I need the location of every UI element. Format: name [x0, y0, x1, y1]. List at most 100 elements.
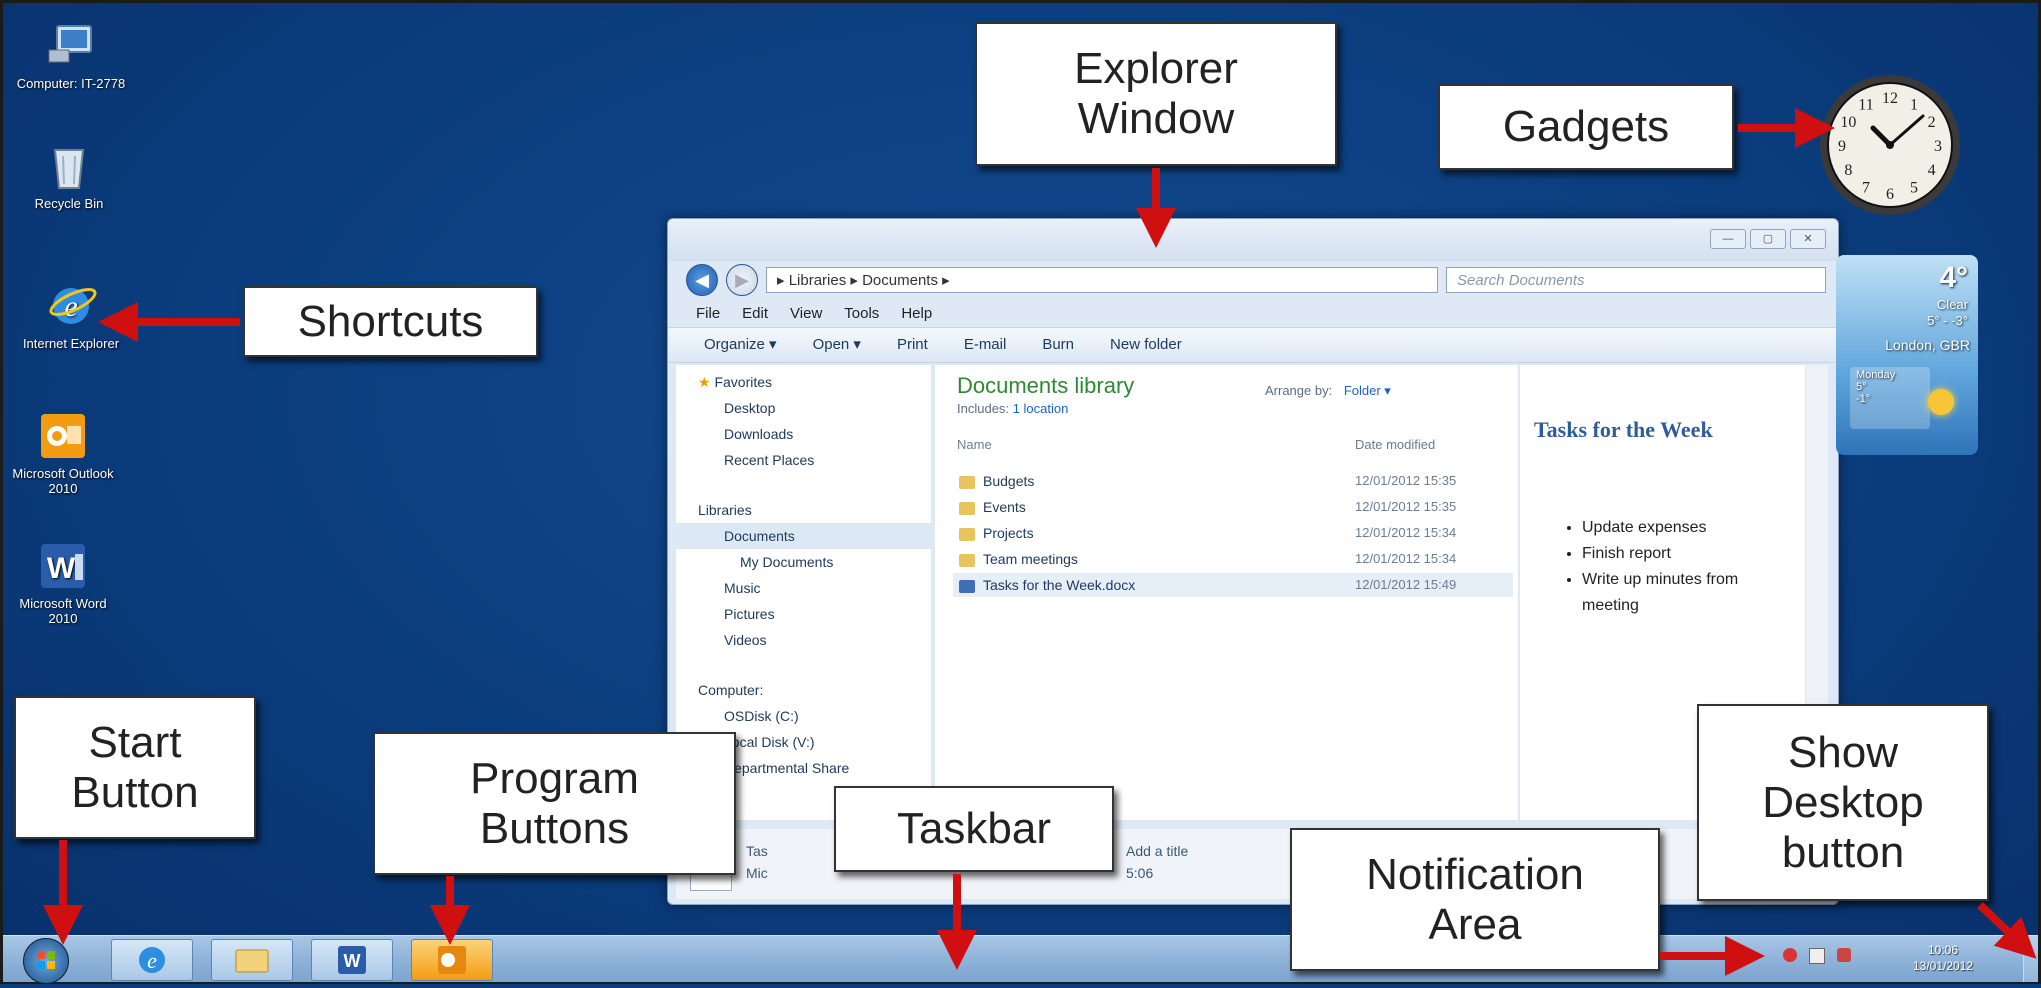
nav-item-videos[interactable]: Videos — [676, 627, 931, 653]
clock-numeral: 11 — [1858, 96, 1873, 113]
nav-item-pictures[interactable]: Pictures — [676, 601, 931, 627]
includes-link[interactable]: 1 location — [1013, 401, 1069, 416]
maximize-button[interactable]: ▢ — [1750, 229, 1786, 249]
new-folder-button[interactable]: New folder — [1110, 328, 1182, 362]
clock-numeral: 4 — [1928, 162, 1936, 179]
clock-face: 12 12 3 45678 9 1011 — [1820, 75, 1960, 215]
taskbar-word-button[interactable]: W — [311, 939, 393, 981]
callout-show-desktop: Show Desktop button — [1697, 704, 1989, 901]
network-icon[interactable] — [1783, 948, 1797, 962]
table-row[interactable]: Projects 12/01/2012 15:34 — [953, 521, 1513, 545]
file-name: Events — [983, 499, 1026, 515]
burn-button[interactable]: Burn — [1042, 328, 1074, 362]
file-date: 12/01/2012 15:35 — [1355, 473, 1457, 488]
callout-start-button: Start Button — [14, 696, 256, 839]
nav-libraries[interactable]: Libraries — [676, 497, 931, 523]
back-button[interactable]: ◀ — [686, 264, 718, 296]
address-bar[interactable]: ▸ Libraries ▸ Documents ▸ — [766, 267, 1438, 293]
clock-numeral: 5 — [1910, 180, 1918, 197]
nav-item-downloads[interactable]: Downloads — [676, 421, 931, 447]
taskbar[interactable]: e W 10:06 13/01/2012 — [3, 935, 2038, 984]
details-type: Mic — [746, 865, 768, 881]
details-date: 5:06 — [1126, 865, 1154, 881]
weather-gadget[interactable]: 4° Clear 5° - -3° London, GBR Monday 5° … — [1836, 255, 1978, 455]
open-button[interactable]: Open ▾ — [813, 328, 861, 362]
volume-icon[interactable] — [1837, 948, 1851, 962]
action-center-icon[interactable] — [1809, 948, 1825, 964]
outlook-icon — [438, 946, 466, 974]
windows-logo-icon — [37, 951, 55, 969]
desktop-icon-recycle-bin[interactable]: Recycle Bin — [14, 140, 124, 211]
file-name: Projects — [983, 525, 1034, 541]
file-name: Tasks for the Week.docx — [983, 577, 1136, 593]
table-row[interactable]: Budgets 12/01/2012 15:35 — [953, 469, 1513, 493]
menu-edit[interactable]: Edit — [742, 301, 768, 327]
folder-icon — [235, 949, 269, 973]
menu-view[interactable]: View — [790, 301, 822, 327]
document-icon — [959, 579, 975, 593]
desktop-icon-internet-explorer[interactable]: e Internet Explorer — [16, 280, 126, 351]
search-input[interactable]: Search Documents — [1446, 267, 1826, 293]
menu-file[interactable]: File — [696, 301, 720, 327]
minimize-button[interactable]: — — [1710, 229, 1746, 249]
desktop-icon-computer[interactable]: Computer: IT-2778 — [16, 20, 126, 91]
close-button[interactable]: ✕ — [1790, 229, 1826, 249]
forecast-low: -1° — [1856, 393, 1871, 405]
email-button[interactable]: E-mail — [964, 328, 1007, 362]
includes-line: Includes: 1 location — [957, 401, 1069, 416]
menu-tools[interactable]: Tools — [844, 301, 879, 327]
nav-item-my-documents[interactable]: My Documents — [676, 549, 931, 575]
clock-gadget[interactable]: 12 1 2 3 4 5 6 7 8 9 10 11 — [1815, 70, 1965, 220]
file-list: Documents library Includes: 1 location A… — [935, 365, 1518, 820]
desktop-icon-label: Internet Explorer — [22, 336, 120, 351]
table-row[interactable]: Events 12/01/2012 15:35 — [953, 495, 1513, 519]
folder-icon — [959, 501, 975, 515]
star-icon: ★ — [698, 374, 711, 390]
show-desktop-button[interactable] — [2023, 936, 2038, 982]
callout-text: Explorer Window — [1074, 44, 1238, 143]
organize-button[interactable]: Organize ▾ — [704, 328, 777, 362]
print-button[interactable]: Print — [897, 328, 928, 362]
file-date: 12/01/2012 15:34 — [1355, 525, 1457, 540]
nav-item-recent-places[interactable]: Recent Places — [676, 447, 931, 473]
callout-text: Start Button — [71, 717, 199, 817]
clock-numeral: 12 — [1882, 90, 1898, 107]
column-name[interactable]: Name — [957, 437, 992, 452]
table-row[interactable]: Team meetings 12/01/2012 15:34 — [953, 547, 1513, 571]
callout-text: Taskbar — [896, 804, 1052, 853]
desktop-icon-outlook[interactable]: Microsoft Outlook 2010 — [8, 410, 118, 496]
nav-drive-c[interactable]: OSDisk (C:) — [676, 703, 931, 729]
start-button[interactable] — [23, 938, 69, 984]
preview-bullet: Write up minutes from meeting — [1582, 567, 1797, 619]
weather-condition: Clear — [1936, 297, 1968, 312]
system-clock[interactable]: 10:06 13/01/2012 — [1903, 942, 1983, 974]
callout-notification-area: Notification Area — [1290, 828, 1660, 971]
internet-explorer-icon: e — [139, 947, 165, 973]
file-date: 12/01/2012 15:49 — [1355, 577, 1457, 592]
taskbar-internet-explorer-button[interactable]: e — [111, 939, 193, 981]
folder-icon — [959, 553, 975, 567]
taskbar-outlook-button[interactable] — [411, 939, 493, 981]
explorer-titlebar[interactable]: — ▢ ✕ — [668, 219, 1838, 261]
taskbar-explorer-button[interactable] — [211, 939, 293, 981]
tray-date: 13/01/2012 — [1912, 959, 1974, 973]
forward-button[interactable]: ▶ — [726, 264, 758, 296]
internet-explorer-icon: e — [45, 280, 97, 332]
table-row[interactable]: Tasks for the Week.docx 12/01/2012 15:49 — [953, 573, 1513, 597]
clock-numeral: 2 — [1928, 114, 1936, 131]
column-date[interactable]: Date modified — [1355, 437, 1435, 452]
folder-icon — [959, 475, 975, 489]
file-name: Team meetings — [983, 551, 1078, 567]
library-title: Documents library — [957, 373, 1135, 398]
desktop-icon-word[interactable]: W Microsoft Word 2010 — [8, 540, 118, 626]
nav-computer[interactable]: Computer: — [676, 677, 931, 703]
nav-item-desktop[interactable]: Desktop — [676, 395, 931, 421]
details-title-prompt[interactable]: Add a title — [1126, 843, 1188, 859]
clock-numeral: 8 — [1844, 162, 1852, 179]
nav-item-documents[interactable]: Documents — [676, 523, 931, 549]
arrange-dropdown[interactable]: Folder ▾ — [1344, 383, 1391, 398]
nav-favorites[interactable]: ★ Favorites — [676, 369, 931, 395]
menu-help[interactable]: Help — [901, 301, 932, 327]
nav-item-music[interactable]: Music — [676, 575, 931, 601]
forecast-day: Monday — [1856, 369, 1896, 381]
